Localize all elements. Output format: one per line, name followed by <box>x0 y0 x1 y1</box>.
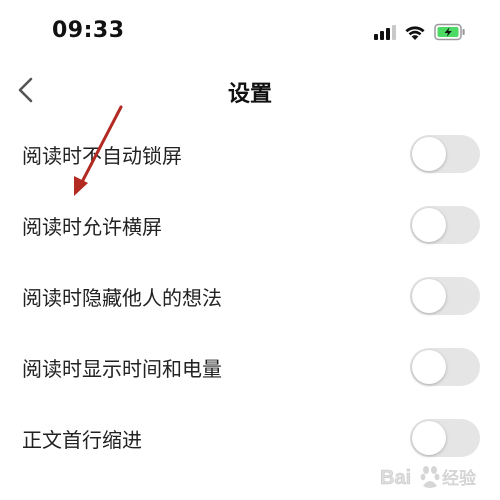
toggle-knob <box>412 208 446 242</box>
setting-label: 阅读时隐藏他人的想法 <box>22 286 222 310</box>
svg-text:Bai: Bai <box>380 467 411 489</box>
setting-row-no-auto-lock: 阅读时不自动锁屏 <box>0 118 500 189</box>
toggle-switch[interactable] <box>410 419 480 457</box>
setting-label: 阅读时允许横屏 <box>22 215 162 239</box>
baidu-jingyan-watermark-logo: Bai 经验 <box>380 466 476 489</box>
toggle-switch[interactable] <box>410 277 480 315</box>
navigation-bar: 设置 <box>0 62 500 118</box>
toggle-switch[interactable] <box>410 348 480 386</box>
setting-label: 阅读时显示时间和电量 <box>22 357 222 381</box>
status-icons <box>374 22 466 42</box>
setting-row-hide-others-thoughts: 阅读时隐藏他人的想法 <box>0 260 500 331</box>
toggle-knob <box>412 421 446 455</box>
page-title: 设置 <box>227 82 272 107</box>
toggle-knob <box>412 350 446 384</box>
status-time: 09:33 <box>52 18 125 43</box>
battery-charging-icon <box>434 23 465 41</box>
setting-row-show-time-battery: 阅读时显示时间和电量 <box>0 331 500 402</box>
settings-list: 阅读时不自动锁屏 阅读时允许横屏 阅读时隐藏他人的想法 阅读时显示时间和电量 正… <box>0 118 500 473</box>
setting-label: 正文首行缩进 <box>22 428 142 452</box>
wifi-icon <box>405 25 425 40</box>
setting-label: 阅读时不自动锁屏 <box>22 144 182 168</box>
svg-text:经验: 经验 <box>442 469 476 489</box>
toggle-switch[interactable] <box>410 135 480 173</box>
setting-row-allow-landscape: 阅读时允许横屏 <box>0 189 500 260</box>
toggle-knob <box>412 279 446 313</box>
toggle-knob <box>412 137 446 171</box>
signal-icon <box>374 24 396 40</box>
status-bar: 09:33 <box>0 0 500 62</box>
toggle-switch[interactable] <box>410 206 480 244</box>
